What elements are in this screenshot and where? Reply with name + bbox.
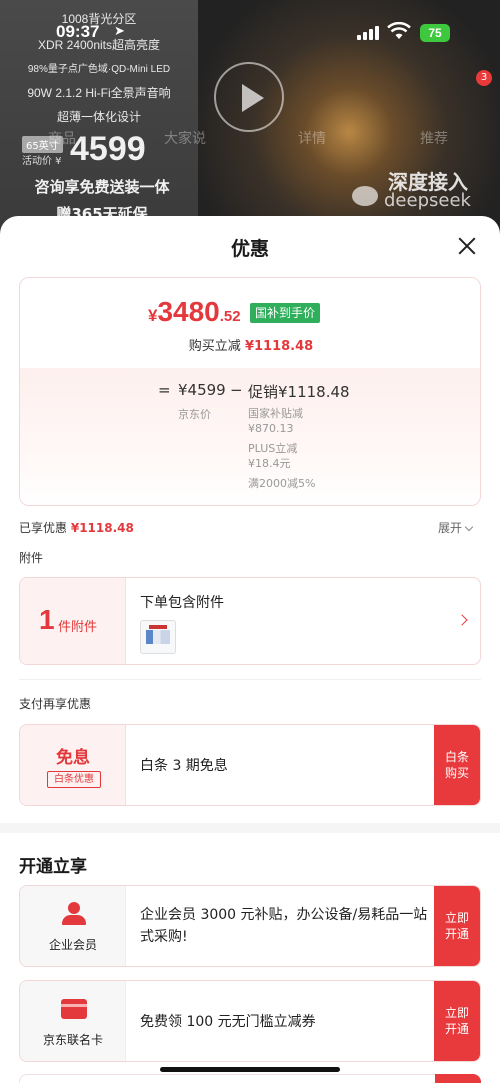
button-line: 开通 bbox=[444, 1022, 469, 1036]
home-indicator[interactable] bbox=[160, 1067, 340, 1072]
minus-sign: − bbox=[230, 381, 243, 399]
divider bbox=[19, 679, 481, 680]
status-time: 09:37 bbox=[56, 22, 100, 41]
cart-badge: 3 bbox=[476, 70, 492, 86]
promo-item-label: 满2000减5% bbox=[248, 477, 316, 490]
enterprise-member-text: 企业会员 3000 元补贴，办公设备/易耗品一站式采购! bbox=[140, 907, 428, 945]
person-icon bbox=[62, 902, 86, 926]
banner-line: 98%量子点广色域·QD-Mini LED bbox=[27, 64, 171, 75]
subsidy-price-tag: 国补到手价 bbox=[250, 303, 321, 323]
accessory-card[interactable]: 1 件附件 下单包含附件 bbox=[19, 577, 481, 665]
wifi-icon bbox=[387, 22, 411, 39]
accessory-count-box: 1 件附件 bbox=[20, 578, 126, 664]
section-separator bbox=[0, 823, 500, 833]
expand-button[interactable]: 展开 bbox=[438, 519, 474, 536]
interest-free-title: 免息 bbox=[56, 748, 90, 768]
tab-reviews[interactable]: 大家说 bbox=[164, 128, 206, 148]
cellular-signal-icon bbox=[357, 26, 379, 40]
equals-sign: = bbox=[158, 381, 171, 399]
status-bar: 09:37 ➤ 75 bbox=[0, 0, 500, 50]
enjoyed-label: 已享优惠 bbox=[19, 521, 68, 535]
buy-cut-value: ¥1118.48 bbox=[244, 339, 314, 354]
battery-indicator: 75 bbox=[420, 24, 450, 42]
price-breakdown-card: ¥3480.52 国补到手价 购买立减 ¥1118.48 = ¥4599 − 促… bbox=[19, 277, 481, 506]
play-icon[interactable] bbox=[214, 62, 284, 132]
button-line: 购买 bbox=[444, 766, 469, 780]
cobrand-card-offer[interactable]: 京东联名卡 免费领 100 元无门槛立减券 立即 开通 bbox=[19, 980, 481, 1062]
cobrand-card-text: 免费领 100 元无门槛立减券 bbox=[140, 1014, 316, 1030]
promo-item-label: PLUS立减 bbox=[248, 442, 298, 455]
accessory-unit: 件附件 bbox=[58, 620, 98, 635]
open-cobrand-button[interactable]: 立即 开通 bbox=[434, 981, 480, 1061]
expand-label: 展开 bbox=[438, 521, 463, 535]
sheet-title: 优惠 bbox=[230, 238, 269, 260]
button-line: 立即 bbox=[444, 911, 469, 925]
cobrand-card-label: 京东联名卡 bbox=[42, 1033, 103, 1047]
promo-item-value: ¥870.13 bbox=[248, 422, 294, 435]
banner-promo: 咨询享免费送装一体 bbox=[34, 178, 170, 196]
next-offer-button-peek[interactable] bbox=[435, 1074, 481, 1083]
deepseek-logo-icon bbox=[352, 186, 378, 206]
tab-recommend[interactable]: 推荐 bbox=[420, 128, 448, 148]
open-enterprise-button[interactable]: 立即 开通 bbox=[434, 886, 480, 966]
promo-item-plus: PLUS立减 ¥18.4元 bbox=[248, 441, 297, 471]
price-decimal: .52 bbox=[219, 308, 241, 325]
pay-section-label: 支付再享优惠 bbox=[19, 697, 92, 711]
baitiao-tag: 白条优惠 bbox=[47, 771, 101, 788]
enterprise-member-label: 企业会员 bbox=[48, 938, 97, 952]
accessory-count: 1 bbox=[39, 604, 55, 635]
close-icon[interactable] bbox=[454, 234, 480, 260]
next-offer-card-peek[interactable] bbox=[19, 1074, 481, 1083]
buy-cut-line: 购买立减 ¥1118.48 bbox=[20, 335, 480, 354]
banner-line: 90W 2.1.2 Hi-Fi全景声音响 bbox=[27, 86, 171, 100]
tab-details[interactable]: 详情 bbox=[298, 128, 326, 148]
baitiao-buy-button[interactable]: 白条 购买 bbox=[434, 725, 480, 805]
enterprise-member-card[interactable]: 企业会员 企业会员 3000 元补贴，办公设备/易耗品一站式采购! 立即 开通 bbox=[19, 885, 481, 967]
button-line: 开通 bbox=[444, 927, 469, 941]
chevron-right-icon bbox=[456, 614, 468, 626]
activity-label: 活动价 ¥ bbox=[22, 156, 62, 167]
banner-line: 超薄一体化设计 bbox=[56, 110, 141, 124]
cobrand-card-box: 京东联名卡 bbox=[20, 981, 126, 1061]
price-integer: 3480 bbox=[157, 296, 220, 327]
baitiao-badge-box: 免息 白条优惠 bbox=[20, 725, 126, 805]
buy-cut-label: 购买立减 bbox=[188, 339, 241, 354]
credit-card-icon bbox=[61, 999, 87, 1019]
enjoyed-value: ¥1118.48 bbox=[70, 521, 134, 535]
discount-sheet: 优惠 ¥3480.52 国补到手价 购买立减 ¥1118.48 = ¥4599 … bbox=[0, 216, 500, 1083]
jd-price-label: 京东价 bbox=[178, 408, 211, 421]
final-price: ¥3480.52 bbox=[148, 296, 241, 328]
promo-item-value: ¥18.4元 bbox=[248, 457, 291, 470]
baitiao-offer-card[interactable]: 免息 白条优惠 白条 3 期免息 白条 购买 bbox=[19, 724, 481, 806]
accessory-title: 下单包含附件 bbox=[140, 595, 224, 611]
chevron-down-icon bbox=[464, 522, 474, 532]
location-arrow-icon: ➤ bbox=[114, 24, 125, 39]
enjoyed-discount: 已享优惠 ¥1118.48 bbox=[19, 519, 134, 536]
promo-item-full-reduction: 满2000减5% bbox=[248, 476, 315, 491]
price-formula-section: = ¥4599 − 促销¥1118.48 京东价 国家补贴减 ¥870.13 P… bbox=[20, 368, 480, 505]
accessory-section-label: 附件 bbox=[19, 551, 44, 565]
button-line: 立即 bbox=[444, 1006, 469, 1020]
button-line: 白条 bbox=[444, 750, 469, 764]
final-price-section: ¥3480.52 国补到手价 购买立减 ¥1118.48 bbox=[20, 278, 480, 368]
promo-item-label: 国家补贴减 bbox=[248, 407, 303, 420]
promotion-total: 促销¥1118.48 bbox=[248, 383, 350, 401]
enterprise-member-box: 企业会员 bbox=[20, 886, 126, 966]
tab-product[interactable]: 商品 bbox=[48, 128, 76, 148]
jd-price-value: ¥4599 bbox=[178, 381, 226, 399]
accessory-thumbnail[interactable] bbox=[140, 620, 176, 654]
hero-brand: deepseek bbox=[384, 190, 471, 211]
open-section-title: 开通立享 bbox=[19, 857, 87, 877]
product-tabs: 商品 大家说 详情 推荐 bbox=[0, 124, 500, 148]
promo-item-subsidy: 国家补贴减 ¥870.13 bbox=[248, 406, 303, 436]
baitiao-offer-text: 白条 3 期免息 bbox=[140, 758, 228, 774]
